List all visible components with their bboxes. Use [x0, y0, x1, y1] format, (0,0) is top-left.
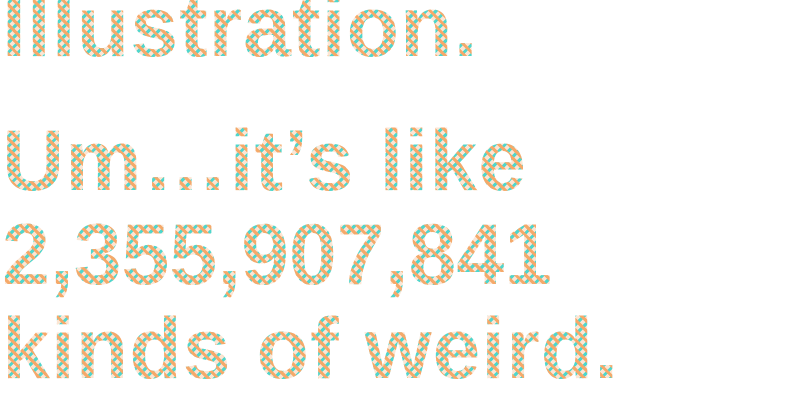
headline-line-number: 2,355,907,841: [2, 207, 552, 303]
headline-line-kinds-of-weird: kinds of weird.: [2, 301, 620, 397]
headline-line-illustration: Illustration.: [2, 0, 479, 70]
headline-line-um-its-like: Um…it’s like: [2, 113, 527, 209]
headline: Illustration. Um…it’s like 2,355,907,841…: [0, 0, 800, 406]
